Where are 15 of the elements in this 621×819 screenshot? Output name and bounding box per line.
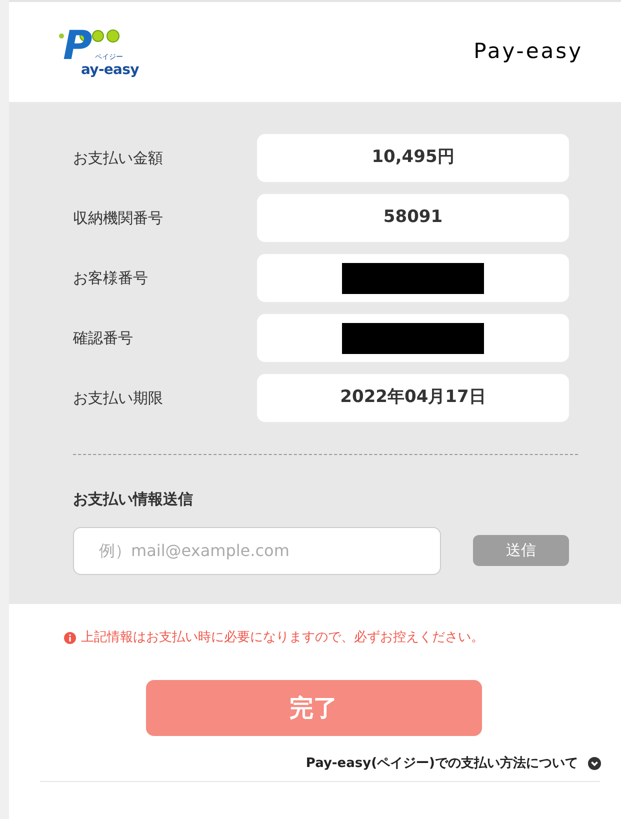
field-label: お支払い金額 <box>73 148 164 169</box>
value-box: 10,495円 <box>257 134 569 182</box>
notice-text: 上記情報はお支払い時に必要になりますので、必ずお控えください。 <box>81 629 484 647</box>
field-label: 確認番号 <box>73 328 134 349</box>
value-box: 2022年04月17日 <box>257 374 569 422</box>
header-title: Pay-easy <box>474 38 583 66</box>
field-label: お支払い期限 <box>73 388 164 409</box>
field-label: お客様番号 <box>73 268 149 289</box>
value-box: 58091 <box>257 194 569 242</box>
info-icon <box>64 632 76 644</box>
email-field[interactable]: 例）mail@example.com <box>73 526 441 574</box>
complete-button[interactable]: 完了 <box>146 680 482 736</box>
field-label: 収納機関番号 <box>73 208 164 229</box>
help-link[interactable]: Pay-easy(ペイジー)での支払い方法について <box>306 754 601 773</box>
section-heading: お支払い情報送信 <box>73 489 194 510</box>
